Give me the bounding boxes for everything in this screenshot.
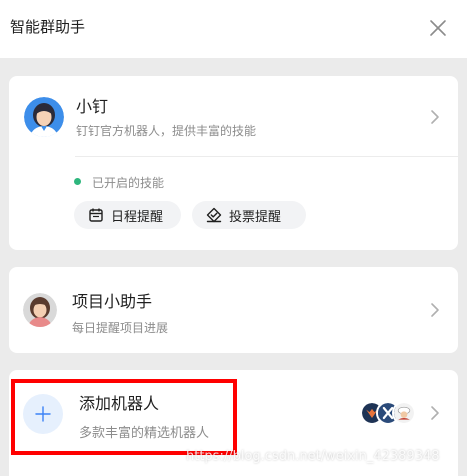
close-icon[interactable] [428, 18, 448, 38]
highlight-box [11, 379, 237, 455]
chevron-right-icon[interactable] [429, 109, 441, 125]
robot-description: 钉钉官方机器人，提供丰富的技能 [76, 124, 257, 138]
chevron-right-icon[interactable] [429, 405, 441, 421]
header: 智能群助手 [0, 0, 467, 58]
watermark-text: https://blog.csdn.net/weixin_42389348 [186, 449, 440, 464]
robot-name: 小钉 [76, 97, 109, 116]
skill-pill-vote[interactable]: 投票提醒 [192, 201, 306, 229]
vote-icon [206, 207, 222, 223]
robot-card-project-assistant[interactable]: 项目小助手 每日提醒项目进展 [9, 267, 458, 353]
skill-label: 日程提醒 [111, 209, 164, 225]
robot-name: 项目小助手 [72, 292, 153, 311]
chef-avatar [392, 401, 416, 425]
robot-avatar-stack [360, 401, 416, 425]
robot-description: 每日提醒项目进展 [72, 321, 169, 335]
status-dot [74, 178, 81, 185]
divider [75, 156, 458, 157]
skill-label: 投票提醒 [229, 209, 282, 225]
chevron-right-icon[interactable] [429, 302, 441, 318]
page-title: 智能群助手 [10, 18, 86, 36]
skill-pill-schedule[interactable]: 日程提醒 [74, 201, 181, 229]
calendar-icon [89, 208, 103, 222]
robot-avatar [24, 97, 64, 137]
robot-card-xiaoding[interactable]: 小钉 钉钉官方机器人，提供丰富的技能 已开启的技能 日程提醒 投票提醒 [9, 76, 458, 250]
robot-avatar [23, 293, 57, 327]
skills-status-label: 已开启的技能 [92, 176, 165, 190]
